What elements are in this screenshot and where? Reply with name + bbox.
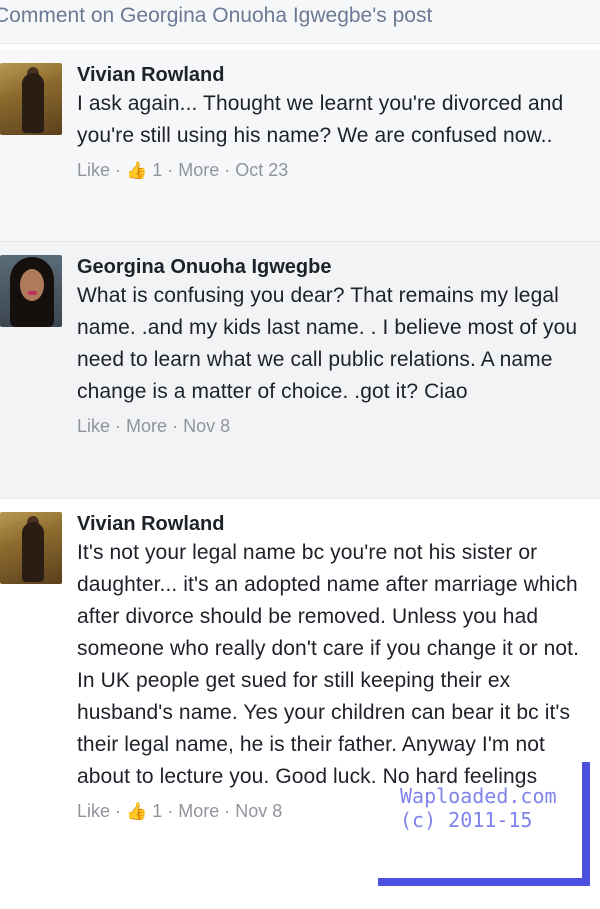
avatar-figure (22, 73, 44, 133)
avatar-lips (28, 291, 37, 295)
more-link[interactable]: More (178, 801, 219, 821)
comment-meta: Like · More · Nov 8 (77, 414, 594, 438)
separator: · (167, 160, 179, 180)
avatar-face (20, 269, 44, 301)
page-header: Comment on Georgina Onuoha Igwegbe's pos… (0, 0, 600, 44)
comment-author[interactable]: Vivian Rowland (77, 62, 594, 88)
comment-body: Georgina Onuoha Igwegbe What is confusin… (77, 254, 594, 438)
comment-text: I ask again... Thought we learnt you're … (77, 92, 564, 147)
separator: · (167, 801, 179, 821)
avatar[interactable] (0, 255, 62, 327)
watermark-line: (c) 2011-15 (400, 808, 533, 832)
like-link[interactable]: Like (77, 801, 110, 821)
reaction-count[interactable]: 1 (152, 160, 162, 180)
comment-item: Vivian Rowland I ask again... Thought we… (0, 50, 600, 242)
reaction-count[interactable]: 1 (152, 801, 162, 821)
avatar[interactable] (0, 512, 62, 584)
separator: · (224, 160, 236, 180)
timestamp[interactable]: Oct 23 (235, 160, 288, 180)
avatar-figure (22, 522, 44, 582)
separator: · (172, 416, 184, 436)
watermark: Waploaded.com (c) 2011-15 (400, 784, 557, 832)
comment-text: It's not your legal name bc you're not h… (77, 541, 580, 788)
like-link[interactable]: Like (77, 160, 110, 180)
comment-meta: Like · 👍 1 · More · Oct 23 (77, 158, 594, 183)
separator: · (115, 416, 127, 436)
separator: · (115, 801, 127, 821)
timestamp[interactable]: Nov 8 (235, 801, 282, 821)
comment-author[interactable]: Georgina Onuoha Igwegbe (77, 254, 594, 280)
watermark-line: Waploaded.com (400, 784, 557, 808)
comment-body: Vivian Rowland I ask again... Thought we… (77, 62, 594, 183)
comment-item: Vivian Rowland It's not your legal name … (0, 499, 600, 909)
comment-text: What is confusing you dear? That remains… (77, 284, 578, 403)
more-link[interactable]: More (126, 416, 167, 436)
like-link[interactable]: Like (77, 416, 110, 436)
comment-author[interactable]: Vivian Rowland (77, 511, 594, 537)
comment-item: Georgina Onuoha Igwegbe What is confusin… (0, 242, 600, 499)
thumbs-up-icon[interactable]: 👍 (126, 161, 147, 180)
avatar[interactable] (0, 63, 62, 135)
timestamp[interactable]: Nov 8 (183, 416, 230, 436)
page-title: Comment on Georgina Onuoha Igwegbe's pos… (0, 4, 433, 27)
comment-body: Vivian Rowland It's not your legal name … (77, 511, 594, 824)
separator: · (115, 160, 127, 180)
thumbs-up-icon[interactable]: 👍 (126, 802, 147, 821)
more-link[interactable]: More (178, 160, 219, 180)
separator: · (224, 801, 236, 821)
